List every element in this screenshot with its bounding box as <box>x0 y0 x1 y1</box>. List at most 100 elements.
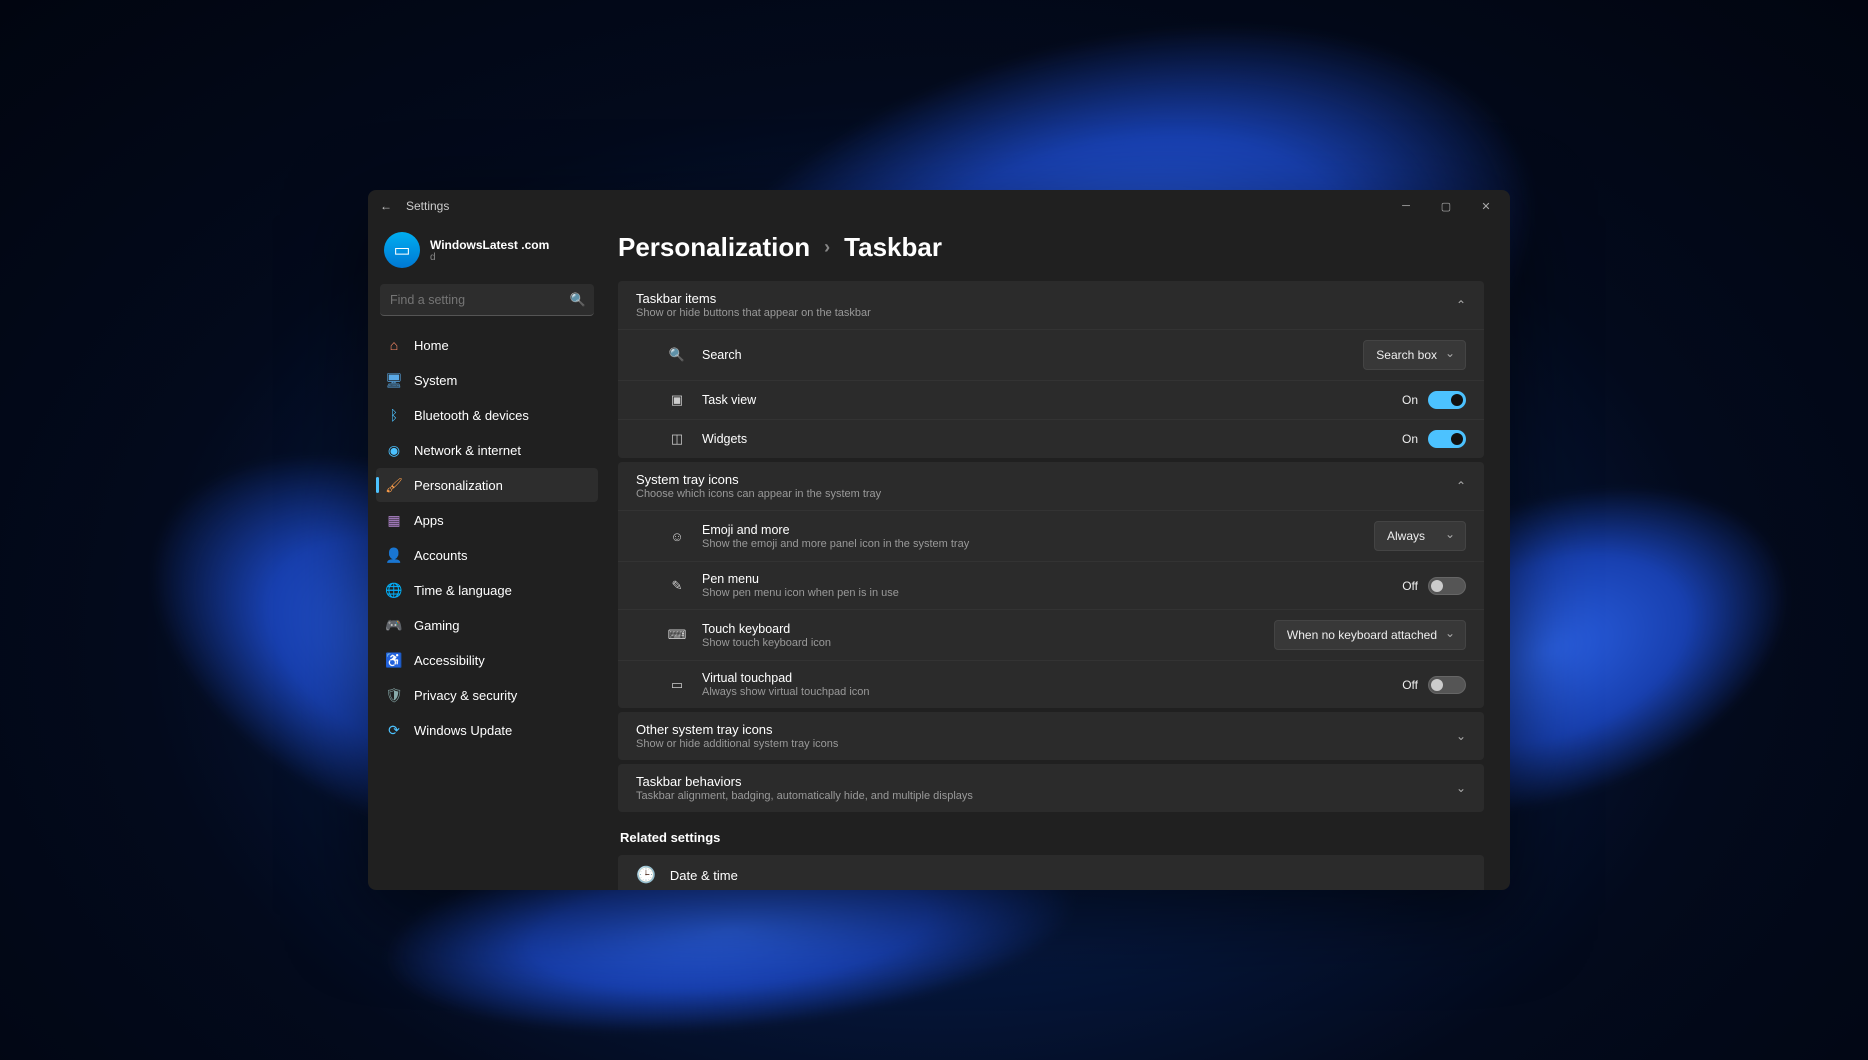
window-title: Settings <box>406 199 449 213</box>
avatar: ▭ <box>384 232 420 268</box>
update-icon: ⟳ <box>386 722 402 738</box>
taskbar-behaviors-header[interactable]: Taskbar behaviors Taskbar alignment, bad… <box>618 764 1484 812</box>
taskview-toggle[interactable] <box>1428 391 1466 409</box>
sidebar-item-label: Bluetooth & devices <box>414 408 529 423</box>
titlebar: ← Settings ─ ▢ ✕ <box>368 190 1510 222</box>
sidebar-item-time[interactable]: 🌐 Time & language <box>376 573 598 607</box>
row-label: Task view <box>702 393 756 407</box>
toggle-label: Off <box>1402 579 1418 593</box>
widgets-toggle[interactable] <box>1428 430 1466 448</box>
sidebar-item-personalization[interactable]: 🖌 Personalization <box>376 468 598 502</box>
widgets-icon: ◫ <box>666 431 688 447</box>
search-dropdown[interactable]: Search box <box>1363 340 1466 370</box>
search-icon: 🔍 <box>666 347 688 363</box>
search-input[interactable] <box>380 284 594 316</box>
system-tray-card: System tray icons Choose which icons can… <box>618 462 1484 708</box>
row-pen: ✎ Pen menu Show pen menu icon when pen i… <box>618 561 1484 609</box>
profile-sub: d <box>430 252 549 263</box>
pen-toggle[interactable] <box>1428 577 1466 595</box>
section-title: System tray icons <box>636 472 881 487</box>
sidebar-item-update[interactable]: ⟳ Windows Update <box>376 713 598 747</box>
chevron-down-icon: ⌄ <box>1456 729 1466 743</box>
profile[interactable]: ▭ WindowsLatest .com d <box>376 226 598 282</box>
breadcrumb-parent[interactable]: Personalization <box>618 232 810 263</box>
sidebar-item-label: Privacy & security <box>414 688 517 703</box>
sidebar-item-accessibility[interactable]: ♿ Accessibility <box>376 643 598 677</box>
sidebar-item-label: System <box>414 373 457 388</box>
nav: ⌂ Home 🖥 System ᛒ Bluetooth & devices ◉Netw… <box>376 328 598 747</box>
related-datetime-card: 🕒 Date & time <box>618 855 1484 890</box>
virtual-touchpad-toggle[interactable] <box>1428 676 1466 694</box>
taskbar-behaviors-card: Taskbar behaviors Taskbar alignment, bad… <box>618 764 1484 812</box>
keyboard-icon: ⌨ <box>666 627 688 643</box>
row-touch-keyboard: ⌨ Touch keyboard Show touch keyboard ico… <box>618 609 1484 660</box>
search-box: 🔍 <box>380 284 594 316</box>
system-tray-header[interactable]: System tray icons Choose which icons can… <box>618 462 1484 510</box>
breadcrumb-current: Taskbar <box>844 232 942 263</box>
taskbar-items-card: Taskbar items Show or hide buttons that … <box>618 281 1484 458</box>
section-subtitle: Taskbar alignment, badging, automaticall… <box>636 790 973 802</box>
other-tray-card: Other system tray icons Show or hide add… <box>618 712 1484 760</box>
settings-window: ← Settings ─ ▢ ✕ ▭ WindowsLatest .com d … <box>368 190 1510 890</box>
sidebar-item-label: Personalization <box>414 478 503 493</box>
row-label: Widgets <box>702 432 747 446</box>
sidebar-item-label: Accessibility <box>414 653 485 668</box>
gamepad-icon: 🎮 <box>386 617 402 633</box>
row-label: Search <box>702 348 742 362</box>
sidebar-item-gaming[interactable]: 🎮Gaming <box>376 608 598 642</box>
other-tray-header[interactable]: Other system tray icons Show or hide add… <box>618 712 1484 760</box>
chevron-up-icon: ⌃ <box>1456 479 1466 493</box>
system-icon: 🖥 <box>386 372 402 388</box>
home-icon: ⌂ <box>386 337 402 353</box>
toggle-label: On <box>1402 393 1418 407</box>
search-icon: 🔍 <box>570 292 586 308</box>
brush-icon: 🖌 <box>386 477 402 493</box>
section-subtitle: Show or hide additional system tray icon… <box>636 738 838 750</box>
row-label: Emoji and more <box>702 523 969 537</box>
bluetooth-icon: ᛒ <box>386 407 402 423</box>
row-label: Touch keyboard <box>702 622 831 636</box>
row-label: Pen menu <box>702 572 899 586</box>
back-button[interactable]: ← <box>372 199 400 213</box>
sidebar-item-label: Home <box>414 338 449 353</box>
sidebar: ▭ WindowsLatest .com d 🔍 ⌂ Home 🖥 System ᛒ… <box>368 222 606 890</box>
sidebar-item-label: Windows Update <box>414 723 512 738</box>
close-button[interactable]: ✕ <box>1466 190 1506 222</box>
sidebar-item-bluetooth[interactable]: ᛒ Bluetooth & devices <box>376 398 598 432</box>
chevron-up-icon: ⌃ <box>1456 298 1466 312</box>
pen-icon: ✎ <box>666 578 688 594</box>
row-sublabel: Show pen menu icon when pen is in use <box>702 587 899 599</box>
row-label: Date & time <box>670 868 738 883</box>
related-settings-title: Related settings <box>620 830 1484 845</box>
sidebar-item-home[interactable]: ⌂ Home <box>376 328 598 362</box>
sidebar-item-apps[interactable]: ▦Apps <box>376 503 598 537</box>
emoji-dropdown[interactable]: Always <box>1374 521 1466 551</box>
section-subtitle: Show or hide buttons that appear on the … <box>636 307 871 319</box>
sidebar-item-accounts[interactable]: 👤Accounts <box>376 538 598 572</box>
maximize-button[interactable]: ▢ <box>1426 190 1466 222</box>
sidebar-item-label: Apps <box>414 513 444 528</box>
row-widgets: ◫ Widgets On <box>618 419 1484 458</box>
minimize-button[interactable]: ─ <box>1386 190 1426 222</box>
globe-icon: 🌐 <box>386 582 402 598</box>
accessibility-icon: ♿ <box>386 652 402 668</box>
taskview-icon: ▣ <box>666 392 688 408</box>
row-sublabel: Show touch keyboard icon <box>702 637 831 649</box>
sidebar-item-label: Network & internet <box>414 443 521 458</box>
touchpad-icon: ▭ <box>666 677 688 693</box>
section-title: Other system tray icons <box>636 722 838 737</box>
sidebar-item-label: Time & language <box>414 583 512 598</box>
toggle-label: Off <box>1402 678 1418 692</box>
sidebar-item-system[interactable]: 🖥 System <box>376 363 598 397</box>
profile-name: WindowsLatest .com <box>430 238 549 252</box>
touch-keyboard-dropdown[interactable]: When no keyboard attached <box>1274 620 1466 650</box>
toggle-label: On <box>1402 432 1418 446</box>
row-emoji: ☺ Emoji and more Show the emoji and more… <box>618 510 1484 561</box>
row-sublabel: Always show virtual touchpad icon <box>702 686 870 698</box>
chevron-right-icon: › <box>824 237 830 258</box>
row-label: Virtual touchpad <box>702 671 870 685</box>
sidebar-item-network[interactable]: ◉Network & internet <box>376 433 598 467</box>
related-datetime-row[interactable]: 🕒 Date & time <box>618 855 1484 890</box>
sidebar-item-privacy[interactable]: 🛡Privacy & security <box>376 678 598 712</box>
taskbar-items-header[interactable]: Taskbar items Show or hide buttons that … <box>618 281 1484 329</box>
